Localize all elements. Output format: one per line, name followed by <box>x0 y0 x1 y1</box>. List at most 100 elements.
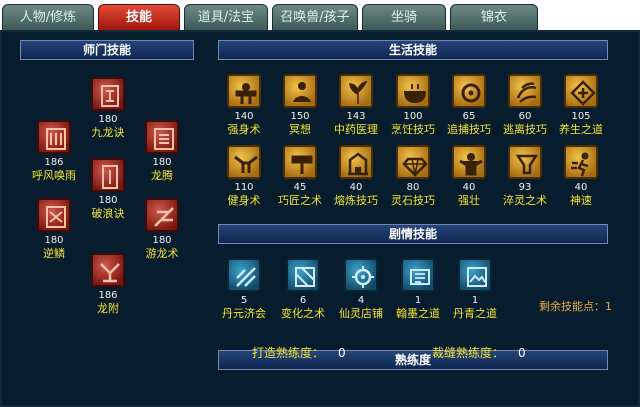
forging-value: 0 <box>338 346 346 360</box>
skill-level: 180 <box>98 195 118 206</box>
skill-level: 80 <box>406 182 420 193</box>
craftsman-icon <box>283 145 317 179</box>
life-skill-jianshenshu[interactable]: 110 健身术 <box>222 145 266 207</box>
skill-name: 逆鳞 <box>43 247 65 260</box>
skill-level: 60 <box>518 111 532 122</box>
life-skill-yangshengzhidao[interactable]: 105 养生之道 <box>559 74 603 136</box>
strength-icon <box>227 74 261 108</box>
scale-seal-icon <box>37 198 71 232</box>
skill-level: 105 <box>571 111 591 122</box>
ink-icon <box>401 258 435 292</box>
school-skills-header: 师门技能 <box>20 40 194 60</box>
school-skill-polangjue[interactable]: 180 破浪诀 <box>86 158 130 220</box>
life-skill-zhongyaoyili[interactable]: 143 中药医理 <box>334 74 378 136</box>
skill-level: 45 <box>293 182 307 193</box>
story-skill-hanmozhidao[interactable]: 1 翰墨之道 <box>396 258 440 320</box>
dragon-seal-icon <box>91 77 125 111</box>
life-skills-header: 生活技能 <box>218 40 608 60</box>
story-skill-xianlingdianpu[interactable]: 4 仙灵店铺 <box>339 258 383 320</box>
painting-icon <box>458 258 492 292</box>
forging-proficiency: 打造熟练度： 0 <box>252 344 346 361</box>
remaining-skill-points: 剩余技能点：1 <box>539 300 612 313</box>
skill-level: 143 <box>346 111 366 122</box>
school-skill-jiulongjue[interactable]: 180 九龙诀 <box>86 77 130 139</box>
quench-icon <box>508 145 542 179</box>
wave-seal-icon <box>91 158 125 192</box>
skill-name: 丹青之道 <box>453 307 497 320</box>
tab-character[interactable]: 人物/修炼 <box>2 4 94 30</box>
speed-icon <box>564 145 598 179</box>
skill-level: 1 <box>414 295 422 306</box>
skill-name: 龙腾 <box>151 169 173 182</box>
tab-mount[interactable]: 坐骑 <box>362 4 446 30</box>
skill-level: 93 <box>518 182 532 193</box>
escape-icon <box>508 74 542 108</box>
skill-name: 龙附 <box>97 302 119 315</box>
skill-level: 40 <box>462 182 476 193</box>
life-skill-taolijiqiao[interactable]: 60 逃离技巧 <box>503 74 547 136</box>
tailoring-value: 0 <box>518 346 526 360</box>
school-skill-longteng[interactable]: 180 龙腾 <box>140 120 184 182</box>
school-skill-longfu[interactable]: 186 龙附 <box>86 253 130 315</box>
school-skill-youlongshu[interactable]: 180 游龙术 <box>140 198 184 260</box>
life-skill-lingshijiqiao[interactable]: 80 灵石技巧 <box>391 145 435 207</box>
skill-level: 150 <box>290 111 310 122</box>
tailoring-label: 裁缝熟练度： <box>432 346 505 360</box>
skill-level: 40 <box>349 182 363 193</box>
tab-outfit[interactable]: 锦衣 <box>450 4 538 30</box>
life-skill-shensu[interactable]: 40 神速 <box>559 145 603 207</box>
meditation-icon <box>283 74 317 108</box>
transform-icon <box>286 258 320 292</box>
life-skill-cuilingzhishu[interactable]: 93 淬灵之术 <box>503 145 547 207</box>
skill-level: 4 <box>357 295 365 306</box>
skill-level: 100 <box>403 111 423 122</box>
spirit-stone-icon <box>396 145 430 179</box>
story-skill-danyuanjihui[interactable]: 5 丹元济会 <box>222 258 266 320</box>
tab-bar: 人物/修炼 技能 道具/法宝 召唤兽/孩子 坐骑 锦衣 <box>0 0 640 30</box>
school-skill-nilin[interactable]: 180 逆鳞 <box>32 198 76 260</box>
tab-summons[interactable]: 召唤兽/孩子 <box>272 4 358 30</box>
life-skill-qiangshenshu[interactable]: 140 强身术 <box>222 74 266 136</box>
life-skill-zhuibujiqiao[interactable]: 65 追捕技巧 <box>447 74 491 136</box>
rain-seal-icon <box>37 120 71 154</box>
skill-level: 110 <box>234 182 254 193</box>
skill-level: 180 <box>98 114 118 125</box>
skill-level: 40 <box>574 182 588 193</box>
health-icon <box>564 74 598 108</box>
dragon-attach-seal-icon <box>91 253 125 287</box>
skill-level: 5 <box>240 295 248 306</box>
life-skill-qiaojiangzhishu[interactable]: 45 巧匠之术 <box>278 145 322 207</box>
skill-level: 180 <box>152 235 172 246</box>
story-skills-header: 剧情技能 <box>218 224 608 244</box>
cooking-icon <box>396 74 430 108</box>
skill-level: 65 <box>462 111 476 122</box>
skill-name: 破浪诀 <box>91 207 125 220</box>
smelting-icon <box>339 145 373 179</box>
elixir-icon <box>227 258 261 292</box>
life-skill-ronglianjiqiao[interactable]: 40 熔炼技巧 <box>334 145 378 207</box>
herb-icon <box>339 74 373 108</box>
story-skill-danqingzhidao[interactable]: 1 丹青之道 <box>453 258 497 320</box>
life-skill-qiangzhuang[interactable]: 40 强壮 <box>447 145 491 207</box>
life-skill-mingxiang[interactable]: 150 冥想 <box>278 74 322 136</box>
tab-items[interactable]: 道具/法宝 <box>184 4 268 30</box>
skill-level: 140 <box>234 111 254 122</box>
skill-name: 呼风唤雨 <box>32 169 76 182</box>
school-skill-hufenghuanyu[interactable]: 186 呼风唤雨 <box>32 120 76 182</box>
fitness-icon <box>227 145 261 179</box>
skill-name: 养生之道 <box>559 123 603 136</box>
skill-level: 180 <box>152 157 172 168</box>
tab-skills[interactable]: 技能 <box>98 4 180 30</box>
skill-name: 神速 <box>570 194 592 207</box>
story-skill-bianhuazhishu[interactable]: 6 变化之术 <box>281 258 325 320</box>
skill-level: 1 <box>471 295 479 306</box>
dragon-rise-seal-icon <box>145 120 179 154</box>
strong-icon <box>452 145 486 179</box>
hunting-icon <box>452 74 486 108</box>
forging-label: 打造熟练度： <box>252 346 325 360</box>
swim-dragon-seal-icon <box>145 198 179 232</box>
skill-name: 九龙诀 <box>91 126 125 139</box>
life-skill-pengrenjiqiao[interactable]: 100 烹饪技巧 <box>391 74 435 136</box>
skill-name: 游龙术 <box>145 247 179 260</box>
skill-level: 180 <box>44 235 64 246</box>
